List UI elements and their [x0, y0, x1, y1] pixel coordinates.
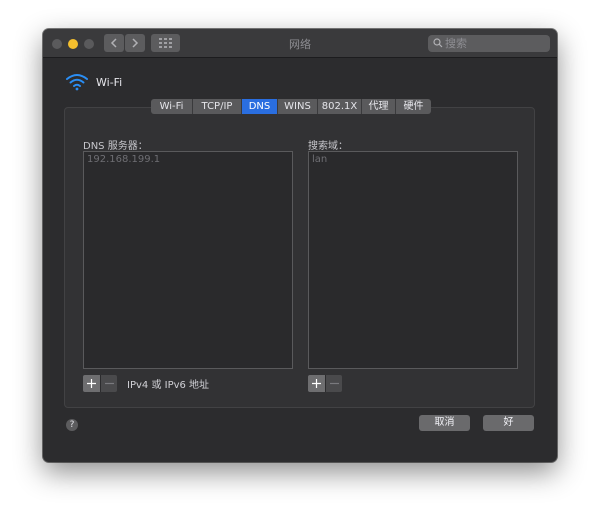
- dns-servers-label: DNS 服务器：: [83, 141, 148, 152]
- dns-hint-text: IPv4 或 IPv6 地址: [127, 380, 210, 391]
- tab-hardware[interactable]: 硬件: [396, 99, 431, 114]
- remove-domain-button[interactable]: [325, 375, 342, 392]
- search-field[interactable]: [428, 35, 550, 52]
- plus-icon: [312, 379, 321, 388]
- tab-bar: Wi-Fi TCP/IP DNS WINS 802.1X 代理 硬件: [151, 99, 431, 114]
- search-icon: [433, 38, 443, 48]
- list-item[interactable]: lan: [309, 152, 517, 167]
- list-item[interactable]: 192.168.199.1: [84, 152, 292, 167]
- add-domain-button[interactable]: [308, 375, 325, 392]
- tab-8021x[interactable]: 802.1X: [318, 99, 362, 114]
- dns-servers-list[interactable]: 192.168.199.1: [83, 151, 293, 369]
- remove-dns-button[interactable]: [100, 375, 117, 392]
- help-icon[interactable]: ?: [66, 419, 78, 431]
- add-dns-button[interactable]: [83, 375, 100, 392]
- minus-icon: [105, 382, 114, 385]
- wifi-icon: [66, 74, 88, 91]
- network-preferences-window: 网络 Wi-Fi Wi-Fi TCP/IP DNS WINS 802.1X 代理…: [43, 29, 557, 462]
- minus-icon: [330, 382, 339, 385]
- search-input[interactable]: [445, 35, 545, 52]
- title-bar: 网络: [43, 29, 557, 58]
- search-domains-label: 搜索域：: [308, 141, 348, 152]
- tab-proxies[interactable]: 代理: [362, 99, 396, 114]
- plus-icon: [87, 379, 96, 388]
- tab-wins[interactable]: WINS: [278, 99, 318, 114]
- tab-tcpip[interactable]: TCP/IP: [193, 99, 242, 114]
- search-domains-list[interactable]: lan: [308, 151, 518, 369]
- domain-add-remove: [308, 375, 342, 392]
- ok-button[interactable]: 好: [483, 415, 534, 431]
- cancel-button[interactable]: 取消: [419, 415, 470, 431]
- dns-add-remove: [83, 375, 117, 392]
- tab-wifi[interactable]: Wi-Fi: [151, 99, 193, 114]
- tab-dns[interactable]: DNS: [242, 99, 278, 114]
- service-name: Wi-Fi: [96, 76, 123, 89]
